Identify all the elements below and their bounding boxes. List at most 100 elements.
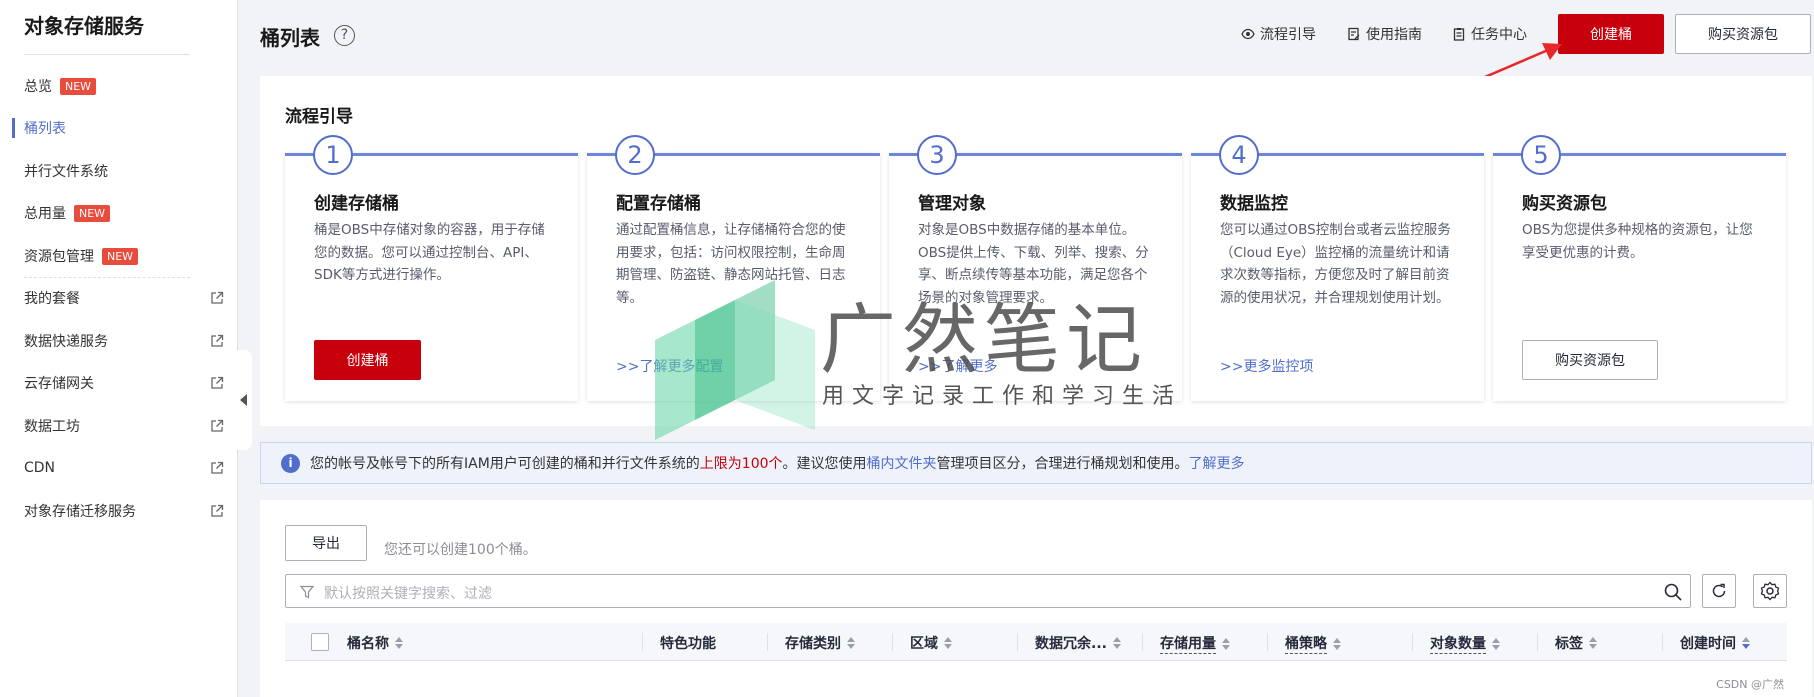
- sidebar: 对象存储服务 总览 NEW 桶列表 并行文件系统 总用量 NEW 资源包管理 N…: [0, 0, 238, 697]
- filter-icon: [300, 585, 314, 599]
- external-link-icon: [211, 334, 224, 347]
- step-card: 1 创建存储桶 桶是OBS中存储对象的容器，用于存储您的数据。您可以通过控制台、…: [285, 135, 578, 401]
- col-tags[interactable]: 标签: [1555, 633, 1597, 653]
- sort-icon: [847, 637, 855, 649]
- sidebar-item-data-workshop[interactable]: 数据工坊: [24, 415, 224, 437]
- export-button[interactable]: 导出: [285, 525, 367, 561]
- step-title: 购买资源包: [1522, 194, 1607, 214]
- settings-button[interactable]: [1753, 574, 1787, 608]
- column-label: 桶名称: [347, 636, 389, 652]
- step-title: 配置存储桶: [616, 194, 701, 214]
- external-link-icon: [211, 504, 224, 517]
- guide-link[interactable]: 流程引导: [1241, 24, 1316, 44]
- sort-icon: [1589, 637, 1597, 649]
- clipboard-icon: [1453, 28, 1465, 41]
- step-create-bucket-button[interactable]: 创建桶: [314, 340, 421, 380]
- sidebar-item-overview[interactable]: 总览 NEW: [24, 75, 224, 97]
- sidebar-item-parallel-fs[interactable]: 并行文件系统: [24, 160, 224, 182]
- external-link-icon: [211, 291, 224, 304]
- search-placeholder: 默认按照关键字搜索、过滤: [324, 586, 492, 602]
- new-badge: NEW: [102, 247, 139, 265]
- column-label: 存储用量: [1160, 633, 1216, 654]
- sidebar-item-label: 并行文件系统: [24, 164, 108, 180]
- sidebar-item-total-usage[interactable]: 总用量 NEW: [24, 202, 224, 224]
- page-title: 桶列表: [260, 26, 320, 50]
- col-storage-usage[interactable]: 存储用量: [1160, 633, 1230, 654]
- select-all-checkbox[interactable]: [311, 633, 329, 651]
- usage-guide-link[interactable]: 使用指南: [1347, 24, 1422, 44]
- step-description: 桶是OBS中存储对象的容器，用于存储您的数据。您可以通过控制台、API、SDK等…: [314, 222, 545, 283]
- sidebar-divider: [24, 54, 190, 55]
- col-created-time[interactable]: 创建时间: [1680, 633, 1750, 653]
- step-number: 2: [615, 135, 655, 175]
- search-input[interactable]: 默认按照关键字搜索、过滤: [285, 574, 1691, 608]
- remaining-count-hint: 您还可以创建100个桶。: [384, 542, 537, 558]
- column-divider: [1267, 633, 1268, 651]
- sort-icon: [944, 637, 952, 649]
- sidebar-item-cdn[interactable]: CDN: [24, 457, 224, 479]
- watermark-logo-icon: [655, 280, 815, 440]
- sidebar-item-label: 数据快递服务: [24, 334, 108, 350]
- usage-guide-label: 使用指南: [1366, 27, 1422, 43]
- sort-icon: [395, 637, 403, 649]
- column-label: 数据冗余...: [1035, 636, 1107, 652]
- watermark-subtitle: 用文字记录工作和学习生活: [822, 384, 1183, 409]
- sort-icon: [1742, 637, 1750, 649]
- sidebar-divider: [24, 277, 190, 278]
- column-label: 桶策略: [1285, 633, 1327, 654]
- watermark-title: 广然笔记: [820, 295, 1148, 384]
- active-indicator: [12, 118, 15, 138]
- doc-edit-icon: [1348, 27, 1360, 41]
- column-divider: [892, 633, 893, 651]
- col-region[interactable]: 区域: [910, 633, 952, 653]
- new-badge: NEW: [74, 204, 111, 222]
- collapse-left-icon[interactable]: [240, 394, 247, 406]
- search-icon[interactable]: [1664, 583, 1682, 601]
- sidebar-item-storage-gateway[interactable]: 云存储网关: [24, 372, 224, 394]
- col-storage-class[interactable]: 存储类别: [785, 633, 855, 653]
- sidebar-item-my-package[interactable]: 我的套餐: [24, 287, 224, 309]
- column-label: 存储类别: [785, 636, 841, 652]
- sidebar-item-data-express[interactable]: 数据快递服务: [24, 330, 224, 352]
- create-bucket-button[interactable]: 创建桶: [1558, 14, 1664, 54]
- monitoring-link[interactable]: >>更多监控项: [1220, 356, 1313, 376]
- step-buy-package-button[interactable]: 购买资源包: [1522, 340, 1658, 380]
- bucket-folder-link[interactable]: 桶内文件夹: [867, 453, 937, 473]
- sidebar-item-bucket-list[interactable]: 桶列表: [24, 117, 224, 139]
- column-label: 对象数量: [1430, 633, 1486, 654]
- guide-link-label: 流程引导: [1260, 27, 1316, 43]
- column-divider: [1537, 633, 1538, 651]
- col-features: 特色功能: [660, 633, 716, 653]
- refresh-button[interactable]: [1702, 574, 1736, 608]
- learn-more-quota-link[interactable]: 了解更多: [1189, 453, 1245, 473]
- column-divider: [642, 633, 643, 651]
- buy-package-button[interactable]: 购买资源包: [1675, 14, 1811, 54]
- column-label: 创建时间: [1680, 636, 1736, 652]
- column-divider: [1142, 633, 1143, 651]
- column-divider: [1662, 633, 1663, 651]
- step-card: 5 购买资源包 OBS为您提供多种规格的资源包，让您享受更优惠的计费。 购买资源…: [1493, 135, 1786, 401]
- step-title: 创建存储桶: [314, 194, 399, 214]
- sidebar-item-label: 对象存储迁移服务: [24, 504, 136, 520]
- column-label: 区域: [910, 636, 938, 652]
- help-icon[interactable]: ?: [334, 25, 355, 46]
- sidebar-item-label: 数据工坊: [24, 419, 80, 435]
- eye-icon: [1241, 28, 1255, 40]
- sidebar-item-resource-pkg[interactable]: 资源包管理 NEW: [24, 245, 224, 267]
- col-bucket-policy[interactable]: 桶策略: [1285, 633, 1341, 654]
- col-bucket-name[interactable]: 桶名称: [347, 633, 403, 653]
- column-label: 标签: [1555, 636, 1583, 652]
- sidebar-item-migration[interactable]: 对象存储迁移服务: [24, 500, 224, 522]
- column-divider: [1017, 633, 1018, 651]
- col-redundancy[interactable]: 数据冗余...: [1035, 633, 1121, 653]
- refresh-icon: [1712, 583, 1726, 598]
- external-link-icon: [211, 419, 224, 432]
- col-object-count[interactable]: 对象数量: [1430, 633, 1500, 654]
- step-description: OBS为您提供多种规格的资源包，让您享受更优惠的计费。: [1522, 222, 1753, 261]
- external-link-icon: [211, 376, 224, 389]
- sort-icon: [1333, 637, 1341, 650]
- sidebar-item-label: 云存储网关: [24, 376, 94, 392]
- sidebar-item-label: 资源包管理: [24, 249, 94, 265]
- sidebar-item-label: 我的套餐: [24, 291, 80, 307]
- gear-icon: [1760, 581, 1780, 601]
